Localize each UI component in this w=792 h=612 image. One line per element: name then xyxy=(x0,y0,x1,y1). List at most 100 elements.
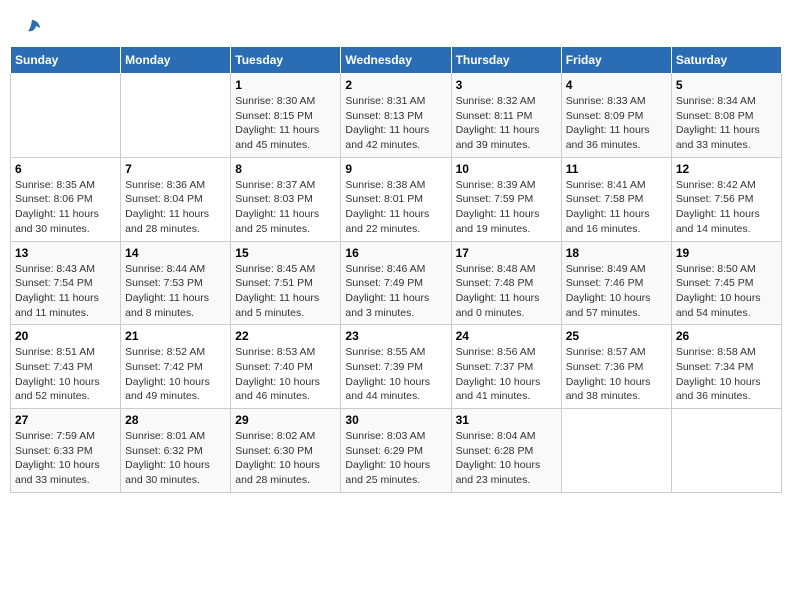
day-cell: 26 Sunrise: 8:58 AM Sunset: 7:34 PM Dayli… xyxy=(671,325,781,409)
day-number: 8 xyxy=(235,162,336,176)
day-cell: 15 Sunrise: 8:45 AM Sunset: 7:51 PM Dayli… xyxy=(231,241,341,325)
header-day-thursday: Thursday xyxy=(451,47,561,74)
day-number: 12 xyxy=(676,162,777,176)
day-info: Sunrise: 8:02 AM Sunset: 6:30 PM Dayligh… xyxy=(235,429,336,488)
day-info: Sunrise: 8:04 AM Sunset: 6:28 PM Dayligh… xyxy=(456,429,557,488)
day-number: 4 xyxy=(566,78,667,92)
day-cell: 13 Sunrise: 8:43 AM Sunset: 7:54 PM Dayli… xyxy=(11,241,121,325)
day-cell: 27 Sunrise: 7:59 AM Sunset: 6:33 PM Dayli… xyxy=(11,409,121,493)
logo-bird-icon xyxy=(22,18,42,38)
day-info: Sunrise: 8:39 AM Sunset: 7:59 PM Dayligh… xyxy=(456,178,557,237)
day-number: 14 xyxy=(125,246,226,260)
day-cell xyxy=(561,409,671,493)
day-info: Sunrise: 8:44 AM Sunset: 7:53 PM Dayligh… xyxy=(125,262,226,321)
day-info: Sunrise: 8:03 AM Sunset: 6:29 PM Dayligh… xyxy=(345,429,446,488)
day-cell: 21 Sunrise: 8:52 AM Sunset: 7:42 PM Dayli… xyxy=(121,325,231,409)
day-number: 13 xyxy=(15,246,116,260)
logo xyxy=(20,18,42,38)
header-day-friday: Friday xyxy=(561,47,671,74)
day-cell: 28 Sunrise: 8:01 AM Sunset: 6:32 PM Dayli… xyxy=(121,409,231,493)
header-day-sunday: Sunday xyxy=(11,47,121,74)
day-number: 15 xyxy=(235,246,336,260)
header-day-monday: Monday xyxy=(121,47,231,74)
day-number: 3 xyxy=(456,78,557,92)
day-info: Sunrise: 8:30 AM Sunset: 8:15 PM Dayligh… xyxy=(235,94,336,153)
day-cell: 12 Sunrise: 8:42 AM Sunset: 7:56 PM Dayli… xyxy=(671,157,781,241)
day-cell: 30 Sunrise: 8:03 AM Sunset: 6:29 PM Dayli… xyxy=(341,409,451,493)
day-cell: 18 Sunrise: 8:49 AM Sunset: 7:46 PM Dayli… xyxy=(561,241,671,325)
day-number: 27 xyxy=(15,413,116,427)
day-cell: 8 Sunrise: 8:37 AM Sunset: 8:03 PM Daylig… xyxy=(231,157,341,241)
day-info: Sunrise: 8:50 AM Sunset: 7:45 PM Dayligh… xyxy=(676,262,777,321)
day-number: 30 xyxy=(345,413,446,427)
day-cell: 6 Sunrise: 8:35 AM Sunset: 8:06 PM Daylig… xyxy=(11,157,121,241)
day-cell: 5Sunrise: 8:34 AM Sunset: 8:08 PM Daylig… xyxy=(671,74,781,158)
day-number: 26 xyxy=(676,329,777,343)
day-info: Sunrise: 8:49 AM Sunset: 7:46 PM Dayligh… xyxy=(566,262,667,321)
week-row-2: 6 Sunrise: 8:35 AM Sunset: 8:06 PM Daylig… xyxy=(11,157,782,241)
day-info: Sunrise: 8:37 AM Sunset: 8:03 PM Dayligh… xyxy=(235,178,336,237)
day-cell: 20 Sunrise: 8:51 AM Sunset: 7:43 PM Dayli… xyxy=(11,325,121,409)
day-number: 2 xyxy=(345,78,446,92)
calendar-header-row: SundayMondayTuesdayWednesdayThursdayFrid… xyxy=(11,47,782,74)
logo-general xyxy=(20,18,42,38)
day-cell: 14 Sunrise: 8:44 AM Sunset: 7:53 PM Dayli… xyxy=(121,241,231,325)
day-info: Sunrise: 7:59 AM Sunset: 6:33 PM Dayligh… xyxy=(15,429,116,488)
day-number: 16 xyxy=(345,246,446,260)
day-number: 20 xyxy=(15,329,116,343)
header-day-saturday: Saturday xyxy=(671,47,781,74)
day-cell: 3 Sunrise: 8:32 AM Sunset: 8:11 PM Daylig… xyxy=(451,74,561,158)
day-info: Sunrise: 8:33 AM Sunset: 8:09 PM Dayligh… xyxy=(566,94,667,153)
day-info: Sunrise: 8:31 AM Sunset: 8:13 PM Dayligh… xyxy=(345,94,446,153)
day-info: Sunrise: 8:42 AM Sunset: 7:56 PM Dayligh… xyxy=(676,178,777,237)
day-cell: 1 Sunrise: 8:30 AM Sunset: 8:15 PM Daylig… xyxy=(231,74,341,158)
day-number: 24 xyxy=(456,329,557,343)
day-cell: 7 Sunrise: 8:36 AM Sunset: 8:04 PM Daylig… xyxy=(121,157,231,241)
day-cell: 2 Sunrise: 8:31 AM Sunset: 8:13 PM Daylig… xyxy=(341,74,451,158)
day-number: 11 xyxy=(566,162,667,176)
day-number: 28 xyxy=(125,413,226,427)
day-cell: 9Sunrise: 8:38 AM Sunset: 8:01 PM Daylig… xyxy=(341,157,451,241)
logo-text xyxy=(20,18,42,38)
week-row-3: 13 Sunrise: 8:43 AM Sunset: 7:54 PM Dayli… xyxy=(11,241,782,325)
day-cell: 25Sunrise: 8:57 AM Sunset: 7:36 PM Dayli… xyxy=(561,325,671,409)
day-info: Sunrise: 8:51 AM Sunset: 7:43 PM Dayligh… xyxy=(15,345,116,404)
day-info: Sunrise: 8:52 AM Sunset: 7:42 PM Dayligh… xyxy=(125,345,226,404)
calendar-table: SundayMondayTuesdayWednesdayThursdayFrid… xyxy=(10,46,782,493)
day-info: Sunrise: 8:32 AM Sunset: 8:11 PM Dayligh… xyxy=(456,94,557,153)
week-row-1: 1 Sunrise: 8:30 AM Sunset: 8:15 PM Daylig… xyxy=(11,74,782,158)
day-cell: 24 Sunrise: 8:56 AM Sunset: 7:37 PM Dayli… xyxy=(451,325,561,409)
day-number: 6 xyxy=(15,162,116,176)
day-info: Sunrise: 8:53 AM Sunset: 7:40 PM Dayligh… xyxy=(235,345,336,404)
day-cell xyxy=(121,74,231,158)
day-cell: 29 Sunrise: 8:02 AM Sunset: 6:30 PM Dayli… xyxy=(231,409,341,493)
day-info: Sunrise: 8:01 AM Sunset: 6:32 PM Dayligh… xyxy=(125,429,226,488)
day-info: Sunrise: 8:58 AM Sunset: 7:34 PM Dayligh… xyxy=(676,345,777,404)
day-number: 29 xyxy=(235,413,336,427)
day-info: Sunrise: 8:45 AM Sunset: 7:51 PM Dayligh… xyxy=(235,262,336,321)
day-number: 18 xyxy=(566,246,667,260)
week-row-5: 27 Sunrise: 7:59 AM Sunset: 6:33 PM Dayli… xyxy=(11,409,782,493)
day-info: Sunrise: 8:56 AM Sunset: 7:37 PM Dayligh… xyxy=(456,345,557,404)
day-number: 7 xyxy=(125,162,226,176)
day-cell xyxy=(11,74,121,158)
day-number: 1 xyxy=(235,78,336,92)
page-header xyxy=(10,10,782,46)
day-info: Sunrise: 8:55 AM Sunset: 7:39 PM Dayligh… xyxy=(345,345,446,404)
day-cell: 4 Sunrise: 8:33 AM Sunset: 8:09 PM Daylig… xyxy=(561,74,671,158)
day-info: Sunrise: 8:35 AM Sunset: 8:06 PM Dayligh… xyxy=(15,178,116,237)
day-cell: 16 Sunrise: 8:46 AM Sunset: 7:49 PM Dayli… xyxy=(341,241,451,325)
header-day-tuesday: Tuesday xyxy=(231,47,341,74)
day-number: 25 xyxy=(566,329,667,343)
day-number: 10 xyxy=(456,162,557,176)
day-info: Sunrise: 8:36 AM Sunset: 8:04 PM Dayligh… xyxy=(125,178,226,237)
day-info: Sunrise: 8:34 AM Sunset: 8:08 PM Dayligh… xyxy=(676,94,777,153)
day-cell: 17Sunrise: 8:48 AM Sunset: 7:48 PM Dayli… xyxy=(451,241,561,325)
day-info: Sunrise: 8:46 AM Sunset: 7:49 PM Dayligh… xyxy=(345,262,446,321)
day-info: Sunrise: 8:43 AM Sunset: 7:54 PM Dayligh… xyxy=(15,262,116,321)
day-number: 21 xyxy=(125,329,226,343)
day-number: 22 xyxy=(235,329,336,343)
calendar-body: 1 Sunrise: 8:30 AM Sunset: 8:15 PM Daylig… xyxy=(11,74,782,493)
day-number: 17 xyxy=(456,246,557,260)
day-cell: 22 Sunrise: 8:53 AM Sunset: 7:40 PM Dayli… xyxy=(231,325,341,409)
